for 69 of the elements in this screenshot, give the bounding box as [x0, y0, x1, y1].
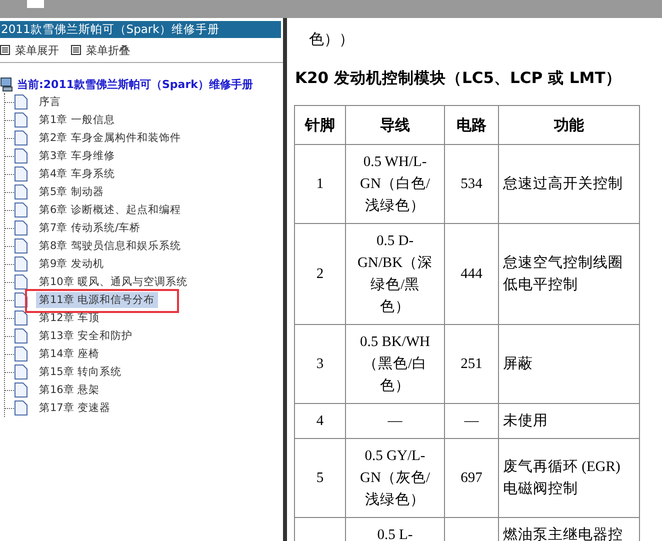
tree-item[interactable]: 第17章 变速器 [36, 400, 114, 416]
manual-title: 2011款雪佛兰斯帕可（Spark）维修手册 [0, 21, 281, 38]
table-cell: 0.5 BK/WH（黑色/白色） [360, 334, 430, 394]
table-cell: 0.5 GY/L-GN（灰色/浅绿色） [360, 448, 430, 508]
table-cell: 屏蔽 [503, 356, 533, 372]
document-icon [14, 130, 28, 146]
tree-item[interactable]: 序言 [36, 94, 64, 110]
tree-item[interactable]: 第2章 车身金属构件和装饰件 [36, 130, 184, 146]
tree-item[interactable]: 第3章 车身维修 [36, 148, 118, 164]
document-icon [14, 220, 28, 236]
tree-item[interactable]: 第10章 暖风、通风与空调系统 [36, 274, 191, 290]
document-icon [14, 112, 28, 128]
menu-toggle-button[interactable]: 菜单展开 [0, 42, 59, 58]
document-icon [14, 256, 28, 272]
document-icon [14, 148, 28, 164]
document-icon [14, 184, 28, 200]
tree-root-label[interactable]: 当前:2011款雪佛兰斯帕可（Spark）维修手册 [17, 76, 253, 92]
document-icon [14, 274, 28, 290]
document-icon [14, 364, 28, 380]
table-cell: 697 [460, 470, 482, 486]
table-cell: 怠速过高开关控制 [503, 176, 623, 192]
tree-item[interactable]: 第8章 驾驶员信息和娱乐系统 [36, 238, 184, 254]
document-icon [14, 310, 28, 326]
column-header: 电路 [456, 116, 486, 134]
column-header: 功能 [554, 116, 584, 134]
tree-item[interactable]: 第11章 电源和信号分布 [36, 292, 158, 308]
table-cell: — [388, 413, 402, 429]
tree-item[interactable]: 第15章 转向系统 [36, 364, 125, 380]
table-cell: 0.5 WH/L-GN（白色/浅绿色） [360, 154, 430, 214]
table-cell: 0.5 L- [377, 527, 413, 541]
table-cell: 251 [460, 356, 482, 372]
tree-item[interactable]: 第6章 诊断概述、起点和编程 [36, 202, 184, 218]
tree-item[interactable]: 第14章 座椅 [36, 346, 103, 362]
document-icon [14, 400, 28, 416]
list-icon [71, 45, 81, 55]
table-cell: 2 [316, 266, 324, 282]
table-cell: 废气再循环 (EGR) 电磁阀控制 [503, 459, 620, 497]
tree-item[interactable]: 第7章 传动系统/车桥 [36, 220, 144, 236]
tree-item[interactable]: 第12章 车顶 [36, 310, 103, 326]
table-cell: — [464, 413, 479, 429]
table-cell: 534 [460, 176, 482, 192]
document-icon [14, 166, 28, 182]
table-cell: 3 [316, 356, 324, 372]
table-cell: 0.5 D-GN/BK（深绿色/黑色） [357, 233, 433, 315]
tree-item[interactable]: 第13章 安全和防护 [36, 328, 136, 344]
table-cell: 4 [316, 413, 324, 429]
tree-item[interactable]: 第16章 悬架 [36, 382, 103, 398]
table-cell: 怠速空气控制线圈低电平控制 [503, 255, 623, 293]
document-icon [14, 238, 28, 254]
computer-icon [0, 76, 14, 92]
document-icon [14, 346, 28, 362]
table-cell: 444 [460, 266, 482, 282]
tree-item[interactable]: 第1章 一般信息 [36, 112, 118, 128]
document-icon [14, 202, 28, 218]
text-fragment: 色）） [308, 29, 355, 48]
document-icon [14, 94, 28, 110]
document-icon [14, 328, 28, 344]
column-header: 导线 [380, 116, 410, 134]
tree-item[interactable]: 第5章 制动器 [36, 184, 108, 200]
table-cell: 1 [316, 176, 324, 192]
document-icon [14, 382, 28, 398]
section-heading: K20 发动机控制模块（LC5、LCP 或 LMT） [295, 68, 622, 89]
menu-toggle-button[interactable]: 菜单折叠 [71, 42, 130, 58]
table-cell: 5 [316, 470, 324, 486]
column-header: 针脚 [305, 116, 335, 134]
table-cell: 燃油泵主继电器控 [503, 527, 623, 541]
tree-item[interactable]: 第9章 发动机 [36, 256, 108, 272]
table-cell: 未使用 [503, 413, 548, 429]
tree-item[interactable]: 第4章 车身系统 [36, 166, 118, 182]
